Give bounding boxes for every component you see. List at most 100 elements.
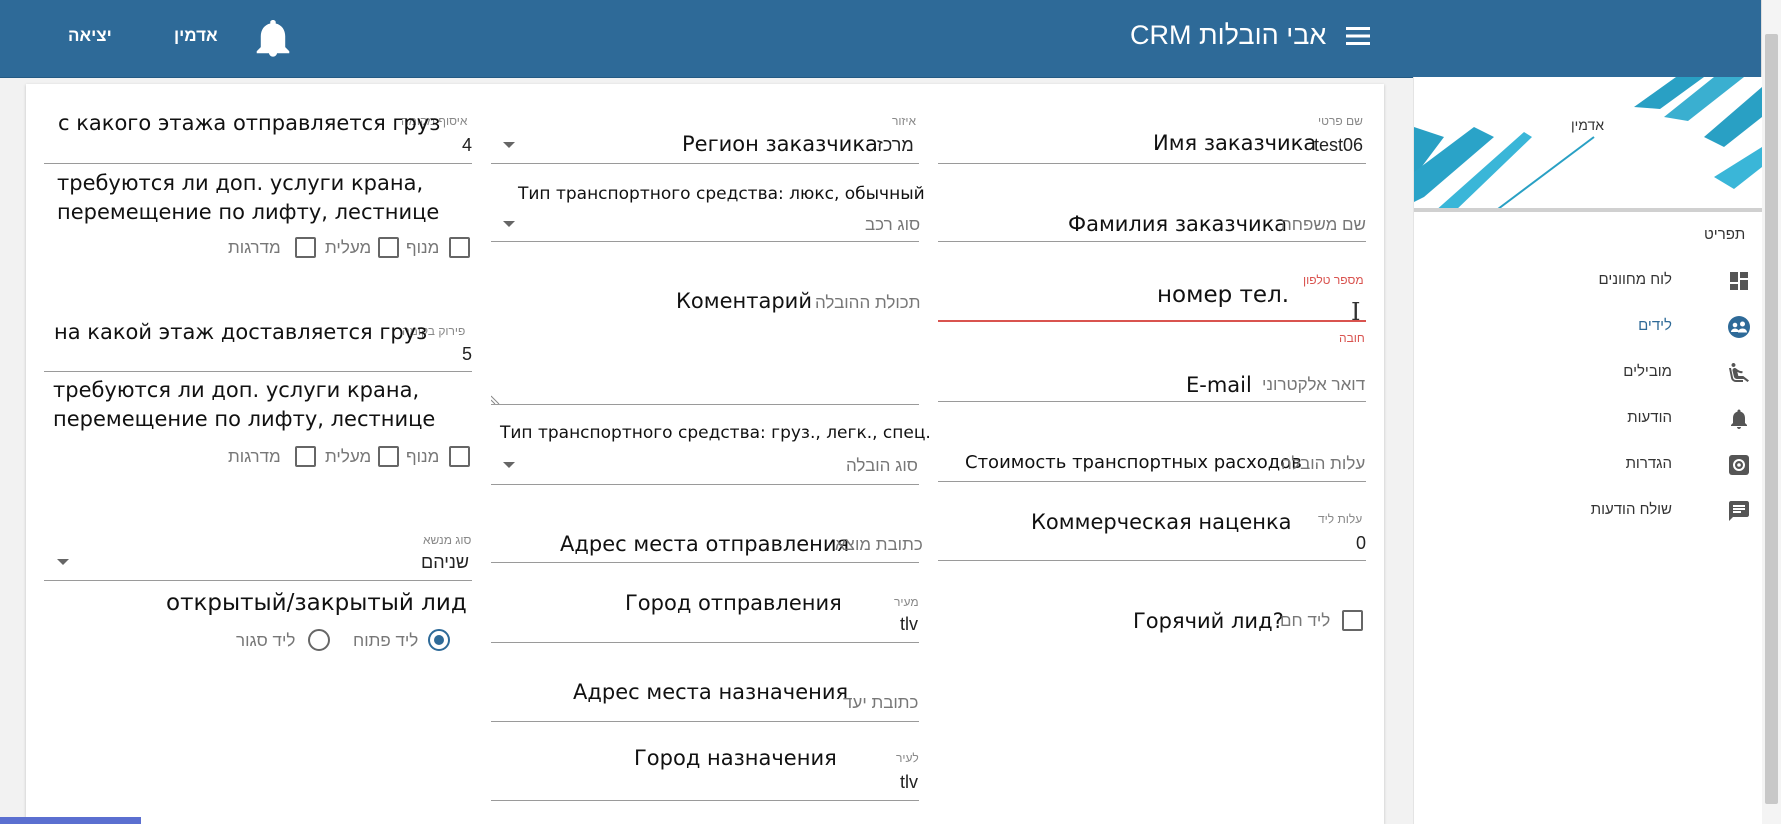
pickup-floor-annotation: с какого этажа отправляется груз: [58, 111, 441, 135]
dashboard-icon: [1730, 272, 1748, 290]
sidebar-item-label: לוח מחוונים: [1598, 271, 1672, 288]
contents-underline: [491, 404, 919, 405]
pickup-floor-underline: [44, 163, 472, 164]
region-label: איזור: [892, 114, 917, 128]
hot-lead-label: ליד חם: [1280, 611, 1331, 630]
sidebar-item-label: הודעות: [1627, 409, 1672, 426]
vehicle-type-annotation: Тип транспортного средства: люкс, обычны…: [518, 184, 925, 204]
dropoff-floor-underline: [44, 371, 472, 372]
vehicle-type-select[interactable]: סוג רכב: [865, 216, 920, 233]
dropoff-services-annotation-2: перемещение по лифту, лестнице: [53, 407, 436, 431]
lead-cost-annotation: Коммерческая наценка: [1031, 510, 1292, 534]
sidebar-item-label: הגדרות: [1625, 455, 1672, 472]
chevron-down-icon[interactable]: [503, 462, 515, 468]
pickup-stairs-checkbox[interactable]: [295, 237, 316, 258]
first-name-underline: [938, 163, 1366, 164]
transport-type-select[interactable]: סוג הובלה: [846, 457, 918, 474]
subject-label: סוג מנשא: [423, 533, 472, 547]
pickup-elevator-label: מעלית: [325, 238, 372, 257]
sidebar-item-label: שולח הודעות: [1590, 501, 1672, 518]
dropoff-floor-input[interactable]: 5: [462, 345, 472, 363]
email-input[interactable]: דואר אלקטרוני: [1262, 376, 1365, 393]
origin-city-underline: [491, 642, 919, 643]
chevron-down-icon[interactable]: [57, 559, 69, 565]
hot-lead-checkbox[interactable]: [1342, 610, 1363, 631]
message-icon: [1729, 501, 1749, 521]
origin-city-input[interactable]: tlv: [900, 615, 918, 633]
last-name-underline: [938, 241, 1366, 242]
origin-address-underline: [491, 562, 919, 563]
pickup-floor-input[interactable]: 4: [462, 136, 472, 154]
pickup-crane-checkbox[interactable]: [449, 237, 470, 258]
sidebar-item-message-sender[interactable]: שולח הודעות: [1414, 489, 1762, 531]
hot-lead-annotation: Горячий лид?: [1133, 609, 1284, 633]
dropoff-floor-annotation: на какой этаж доставляется груз: [54, 320, 428, 344]
lead-cost-input[interactable]: 0: [1356, 534, 1366, 552]
dest-address-input[interactable]: כתובת יעד: [843, 694, 918, 711]
dropoff-crane-label: מנוף: [406, 447, 440, 466]
origin-city-label: מעיר: [894, 595, 919, 609]
logout-link[interactable]: יציאה: [68, 26, 112, 46]
resize-handle-icon[interactable]: [491, 392, 503, 404]
sidebar-item-label: מובילים: [1623, 363, 1672, 380]
cost-underline: [938, 481, 1366, 482]
email-annotation: E-mail: [1186, 373, 1252, 397]
sidebar-item-leads[interactable]: לידים: [1414, 305, 1762, 347]
email-underline: [938, 401, 1366, 402]
transport-type-underline: [491, 484, 919, 485]
chevron-down-icon[interactable]: [503, 221, 515, 227]
pickup-services-annotation-2: перемещение по лифту, лестнице: [57, 200, 440, 224]
app-title: CRM אבי הובלות: [1130, 20, 1327, 50]
dest-city-input[interactable]: tlv: [900, 773, 918, 791]
cost-input[interactable]: עלות הובלה: [1281, 455, 1365, 472]
first-name-input[interactable]: test06: [1314, 136, 1363, 154]
first-name-annotation: Имя заказчика: [1153, 131, 1317, 155]
chevron-down-icon[interactable]: [503, 142, 515, 148]
loading-bar: [0, 817, 141, 824]
sidebar-item-dashboard[interactable]: לוח מחוונים: [1414, 259, 1762, 301]
pickup-stairs-label: מדרגות: [228, 238, 281, 257]
region-underline: [491, 163, 919, 164]
user-name-label[interactable]: אדמין: [174, 26, 218, 46]
sidebar-item-notifications[interactable]: הודעות: [1414, 397, 1762, 439]
sidebar-item-movers[interactable]: מובילים: [1414, 351, 1762, 393]
status-annotation: открытый/закрытый лид: [166, 590, 467, 616]
dest-address-underline: [491, 721, 919, 722]
region-select-value[interactable]: מרכז: [877, 136, 914, 154]
dropoff-elevator-checkbox[interactable]: [378, 446, 399, 467]
page-scrollbar[interactable]: [1761, 0, 1781, 824]
sidebar-item-settings[interactable]: הגדרות: [1414, 443, 1762, 485]
origin-city-annotation: Город отправления: [625, 591, 842, 615]
dest-city-annotation: Город назначения: [634, 746, 837, 770]
dropoff-stairs-checkbox[interactable]: [295, 446, 316, 467]
bell-icon[interactable]: [256, 20, 290, 58]
pickup-services-annotation-1: требуются ли доп. услуги крана,: [57, 171, 424, 195]
first-name-label: שם פרטי: [1318, 114, 1363, 128]
last-name-input[interactable]: שם משפחה: [1281, 216, 1366, 233]
transport-type-annotation: Тип транспортного средства: груз., легк.…: [500, 423, 931, 443]
origin-address-input[interactable]: כתובת מוצא: [835, 536, 923, 553]
status-open-radio[interactable]: [428, 629, 450, 651]
contents-textarea[interactable]: תכולת ההובלה: [815, 294, 920, 311]
status-open-label: ליד פתוח: [353, 631, 419, 650]
dest-address-annotation: Адрес места назначения: [573, 680, 849, 704]
sidebar: אדמין תפריט לוח מחוונים לידים מובילים הו…: [1413, 77, 1762, 824]
bell-icon: [1731, 409, 1747, 429]
lead-cost-label: עלות ליד: [1318, 512, 1363, 526]
dropoff-crane-checkbox[interactable]: [449, 446, 470, 467]
pickup-elevator-checkbox[interactable]: [378, 237, 399, 258]
seat-icon: [1729, 363, 1749, 382]
sidebar-banner-graphic: [1414, 77, 1762, 212]
vehicle-type-underline: [491, 241, 919, 242]
lead-cost-underline: [938, 560, 1366, 561]
origin-address-annotation: Адрес места отправления: [560, 532, 850, 556]
region-annotation: Регион заказчика: [682, 132, 878, 156]
menu-icon[interactable]: [1345, 25, 1371, 47]
subject-select-value[interactable]: שניהם: [421, 553, 469, 571]
status-closed-radio[interactable]: [308, 629, 330, 651]
sidebar-item-label: לידים: [1638, 317, 1672, 334]
scrollbar-thumb[interactable]: [1765, 34, 1778, 804]
phone-input[interactable]: [938, 320, 1366, 322]
contents-annotation: Коментарий: [676, 289, 812, 313]
phone-label: מספר טלפון: [1303, 273, 1364, 287]
